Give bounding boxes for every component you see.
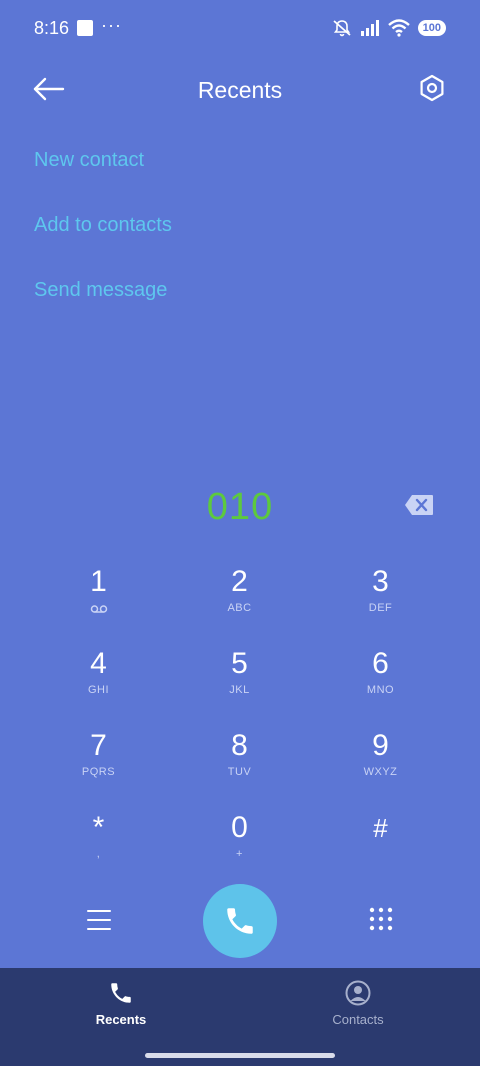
person-circle-icon [345,980,371,1006]
key-hash[interactable]: # [310,804,451,886]
phone-icon [227,908,253,934]
key-4[interactable]: 4 GHI [28,640,169,722]
key-8[interactable]: 8 TUV [169,722,310,804]
back-button[interactable] [32,74,66,104]
page-title: Recents [197,76,283,103]
app-header: Recents [0,60,480,120]
status-left: 8:16 ··· [34,14,123,39]
key-1[interactable]: 1 [28,558,169,640]
key-letters: PQRS [81,766,116,778]
status-right: 100 [332,18,446,38]
muted-bell-icon [333,20,351,37]
key-letters: JKL [229,684,250,696]
dialpad-icon [369,907,393,931]
key-letters: , [96,848,101,860]
backspace-icon [405,495,433,515]
key-7[interactable]: 7 PQRS [28,722,169,804]
new-contact-link[interactable]: New contact [34,140,172,180]
key-digit: 7 [90,729,107,762]
nav-tab-contacts[interactable]: Contacts [288,980,428,1027]
key-digit: 1 [90,565,107,598]
key-digit: * [92,811,105,844]
key-letters: DEF [368,602,393,614]
dialer-controls [0,884,480,958]
dial-keypad: 1 2 ABC 3 DEF 4 GHI 5 JKL 6 MNO 7 PQRS 8… [28,558,452,886]
bottom-navigation: Recents Contacts [0,968,480,1066]
key-6[interactable]: 6 MNO [310,640,451,722]
backspace-button[interactable] [404,494,434,516]
signal-icon [360,20,379,36]
key-letters: GHI [87,684,110,696]
menu-icon [87,910,111,930]
key-letters: ABC [227,602,252,614]
key-5[interactable]: 5 JKL [169,640,310,722]
battery-indicator: 100 [417,20,446,36]
wifi-icon [387,19,410,37]
key-digit: 6 [372,647,389,680]
key-digit: 0 [231,811,248,844]
nav-label-recents: Recents [95,1012,147,1027]
key-digit: # [373,813,388,843]
number-actions: New contact Add to contacts Send message [34,140,172,335]
arrow-left-icon [33,77,65,101]
menu-button[interactable] [86,908,112,932]
voicemail-icon [90,605,107,613]
key-0[interactable]: 0 + [169,804,310,886]
dialed-number-row: 010 [0,480,480,534]
key-2[interactable]: 2 ABC [169,558,310,640]
key-3[interactable]: 3 DEF [310,558,451,640]
more-notifications-icon: ··· [101,14,123,35]
dialed-number[interactable]: 010 [207,486,273,529]
nav-label-contacts: Contacts [332,1012,384,1027]
status-bar: 8:16 ··· 100 [0,0,480,56]
key-star[interactable]: * , [28,804,169,886]
status-time: 8:16 [34,17,70,38]
key-digit: 5 [231,647,248,680]
key-letters: + [236,848,243,860]
phone-icon [111,983,131,1003]
send-message-link[interactable]: Send message [34,270,172,310]
call-button[interactable] [203,884,277,958]
key-digit: 3 [372,565,389,598]
key-digit: 8 [231,729,248,762]
settings-button[interactable] [416,72,448,104]
key-letters: WXYZ [363,766,398,778]
key-digit: 2 [231,565,248,598]
key-digit: 4 [90,647,107,680]
home-indicator[interactable] [145,1053,335,1058]
notification-square-icon [77,20,94,36]
key-digit: 9 [372,729,389,762]
nav-tab-recents[interactable]: Recents [51,980,191,1027]
add-to-contacts-link[interactable]: Add to contacts [34,205,172,245]
key-letters: MNO [366,684,395,696]
hexagon-gear-icon [420,74,444,102]
dialpad-toggle-button[interactable] [368,906,394,932]
key-9[interactable]: 9 WXYZ [310,722,451,804]
key-letters: TUV [227,766,252,778]
